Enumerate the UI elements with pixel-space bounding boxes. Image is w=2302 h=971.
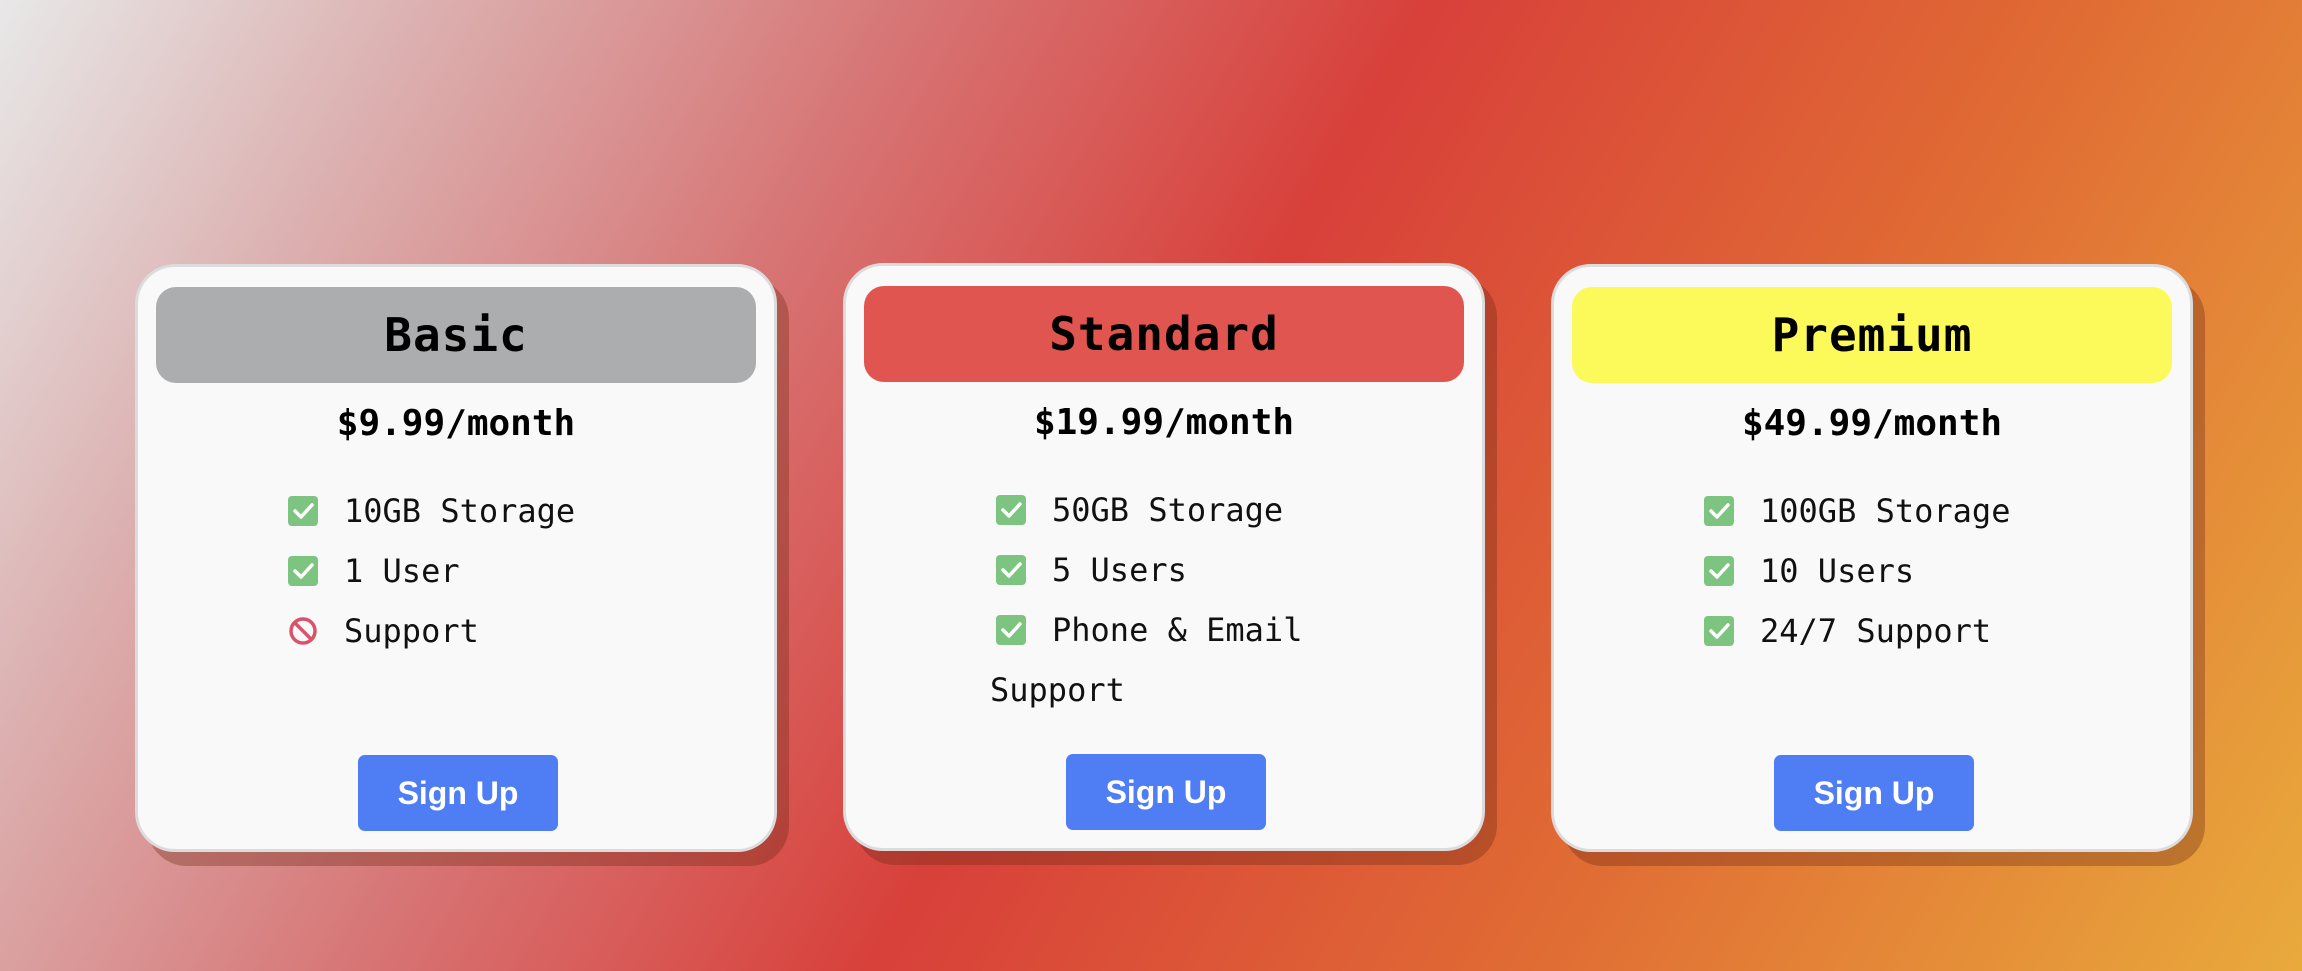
feature-list: 50GB Storage 5 Users Phone & Email Suppo… — [990, 480, 1376, 720]
sign-up-button-premium[interactable]: Sign Up — [1774, 755, 1974, 831]
feature-text: 1 User — [344, 552, 460, 590]
feature-list: 10GB Storage 1 User Support — [288, 481, 668, 661]
feature-item: Support — [288, 601, 668, 661]
feature-item: 24/7 Support — [1704, 601, 2084, 661]
feature-text: 100GB Storage — [1760, 492, 2011, 530]
feature-list: 100GB Storage 10 Users 24/7 Support — [1704, 481, 2084, 661]
plan-price: $49.99/month — [1741, 403, 2003, 444]
plan-header-basic: Basic — [156, 287, 756, 383]
prohibited-icon — [288, 605, 318, 645]
sign-up-button-basic[interactable]: Sign Up — [358, 755, 558, 831]
feature-item: 5 Users — [996, 540, 1376, 600]
check-icon — [288, 496, 318, 526]
check-icon — [996, 615, 1026, 645]
check-icon — [1704, 556, 1734, 586]
plan-price: $9.99/month — [336, 403, 576, 444]
check-icon — [1704, 496, 1734, 526]
feature-text: 10 Users — [1760, 552, 1915, 590]
feature-item: 10GB Storage — [288, 481, 668, 541]
feature-text: 24/7 Support — [1760, 612, 1992, 650]
feature-text: 50GB Storage — [1052, 491, 1284, 529]
pricing-card-standard: Standard $19.99/month 50GB Storage 5 Use… — [843, 263, 1485, 851]
feature-item: Phone & Email Support — [990, 600, 1320, 720]
feature-item: 100GB Storage — [1704, 481, 2084, 541]
plan-price: $19.99/month — [1033, 402, 1295, 443]
plan-header-standard: Standard — [864, 286, 1464, 382]
pricing-cards: Basic $9.99/month 10GB Storage 1 User Su… — [0, 0, 2302, 971]
pricing-card-premium: Premium $49.99/month 100GB Storage 10 Us… — [1551, 264, 2193, 852]
check-icon — [996, 555, 1026, 585]
feature-text: Support — [344, 612, 479, 650]
plan-name: Standard — [1049, 307, 1279, 361]
plan-name: Basic — [384, 308, 528, 362]
check-icon — [996, 495, 1026, 525]
feature-item: 10 Users — [1704, 541, 2084, 601]
plan-header-premium: Premium — [1572, 287, 2172, 383]
plan-name: Premium — [1771, 308, 1973, 362]
check-icon — [1704, 616, 1734, 646]
check-icon — [288, 556, 318, 586]
feature-text: 10GB Storage — [344, 492, 576, 530]
feature-item: 1 User — [288, 541, 668, 601]
feature-text: Phone & Email Support — [990, 611, 1303, 709]
sign-up-button-standard[interactable]: Sign Up — [1066, 754, 1266, 830]
feature-item: 50GB Storage — [996, 480, 1376, 540]
feature-text: 5 Users — [1052, 551, 1187, 589]
pricing-card-basic: Basic $9.99/month 10GB Storage 1 User Su… — [135, 264, 777, 852]
